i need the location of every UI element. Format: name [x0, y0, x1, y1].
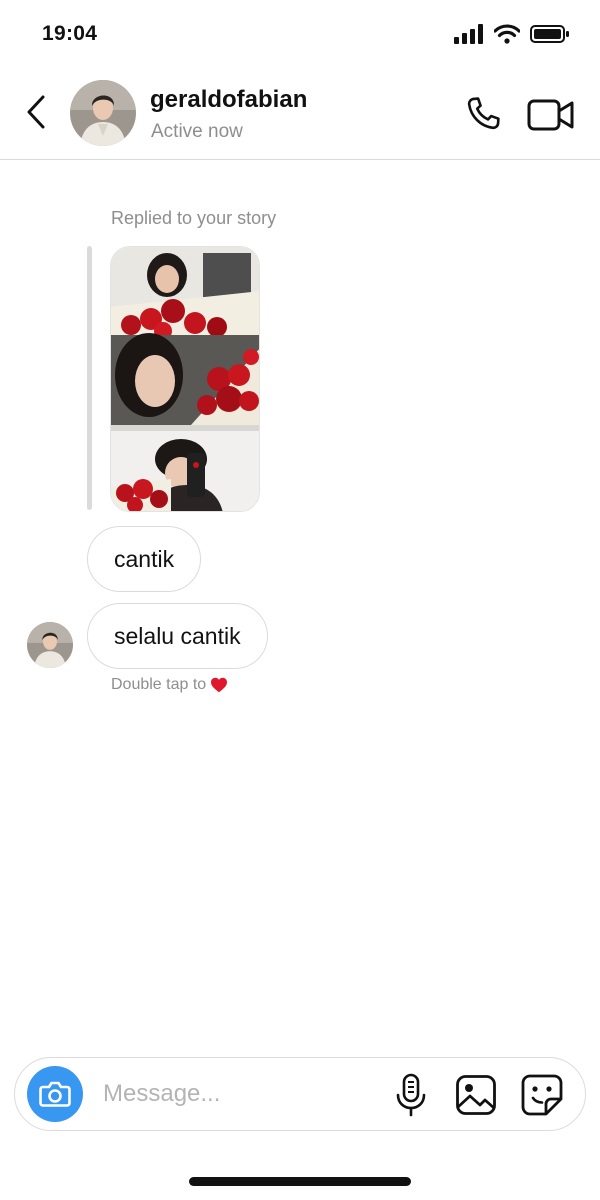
phone-icon — [467, 97, 500, 130]
status-time: 19:04 — [42, 22, 98, 45]
video-camera-icon — [527, 99, 574, 131]
home-indicator[interactable] — [189, 1177, 411, 1186]
sticker-icon — [521, 1074, 563, 1116]
hint-text: Double tap to — [111, 676, 207, 693]
gallery-button[interactable] — [455, 1074, 497, 1116]
sender-avatar[interactable] — [27, 622, 73, 668]
avatar-photo — [27, 622, 73, 668]
story-thumbnail[interactable] — [110, 246, 260, 512]
battery-icon — [530, 25, 569, 43]
sticker-button[interactable] — [520, 1073, 564, 1117]
message-text: cantik — [114, 545, 175, 572]
double-tap-hint: Double tap to — [111, 676, 228, 694]
voice-message-button[interactable] — [395, 1073, 427, 1117]
message-bubble[interactable]: selalu cantik — [87, 603, 268, 669]
status-icons — [454, 22, 570, 46]
chevron-left-icon — [27, 95, 45, 129]
presence-status: Active now — [151, 121, 243, 142]
image-icon — [456, 1075, 496, 1115]
camera-button[interactable] — [27, 1066, 83, 1122]
audio-call-button[interactable] — [462, 94, 504, 136]
reply-quote-bar — [87, 246, 92, 510]
wifi-icon — [494, 24, 520, 44]
heart-icon — [211, 677, 228, 693]
chat-header: geraldofabian Active now — [0, 64, 600, 160]
cellular-signal-icon — [454, 24, 483, 44]
back-button[interactable] — [20, 94, 52, 130]
story-reply-label: Replied to your story — [111, 208, 277, 228]
contact-username[interactable]: geraldofabian — [150, 86, 307, 114]
message-text: selalu cantik — [114, 622, 241, 649]
video-call-button[interactable] — [526, 94, 576, 136]
message-bubble[interactable]: cantik — [87, 526, 202, 592]
camera-icon — [39, 1081, 71, 1107]
avatar-photo — [70, 80, 136, 146]
story-image — [111, 247, 259, 511]
message-composer — [14, 1057, 586, 1131]
microphone-icon — [396, 1073, 426, 1117]
contact-avatar[interactable] — [70, 80, 136, 146]
message-input[interactable] — [103, 1072, 373, 1116]
status-bar: 19:04 — [0, 0, 600, 64]
